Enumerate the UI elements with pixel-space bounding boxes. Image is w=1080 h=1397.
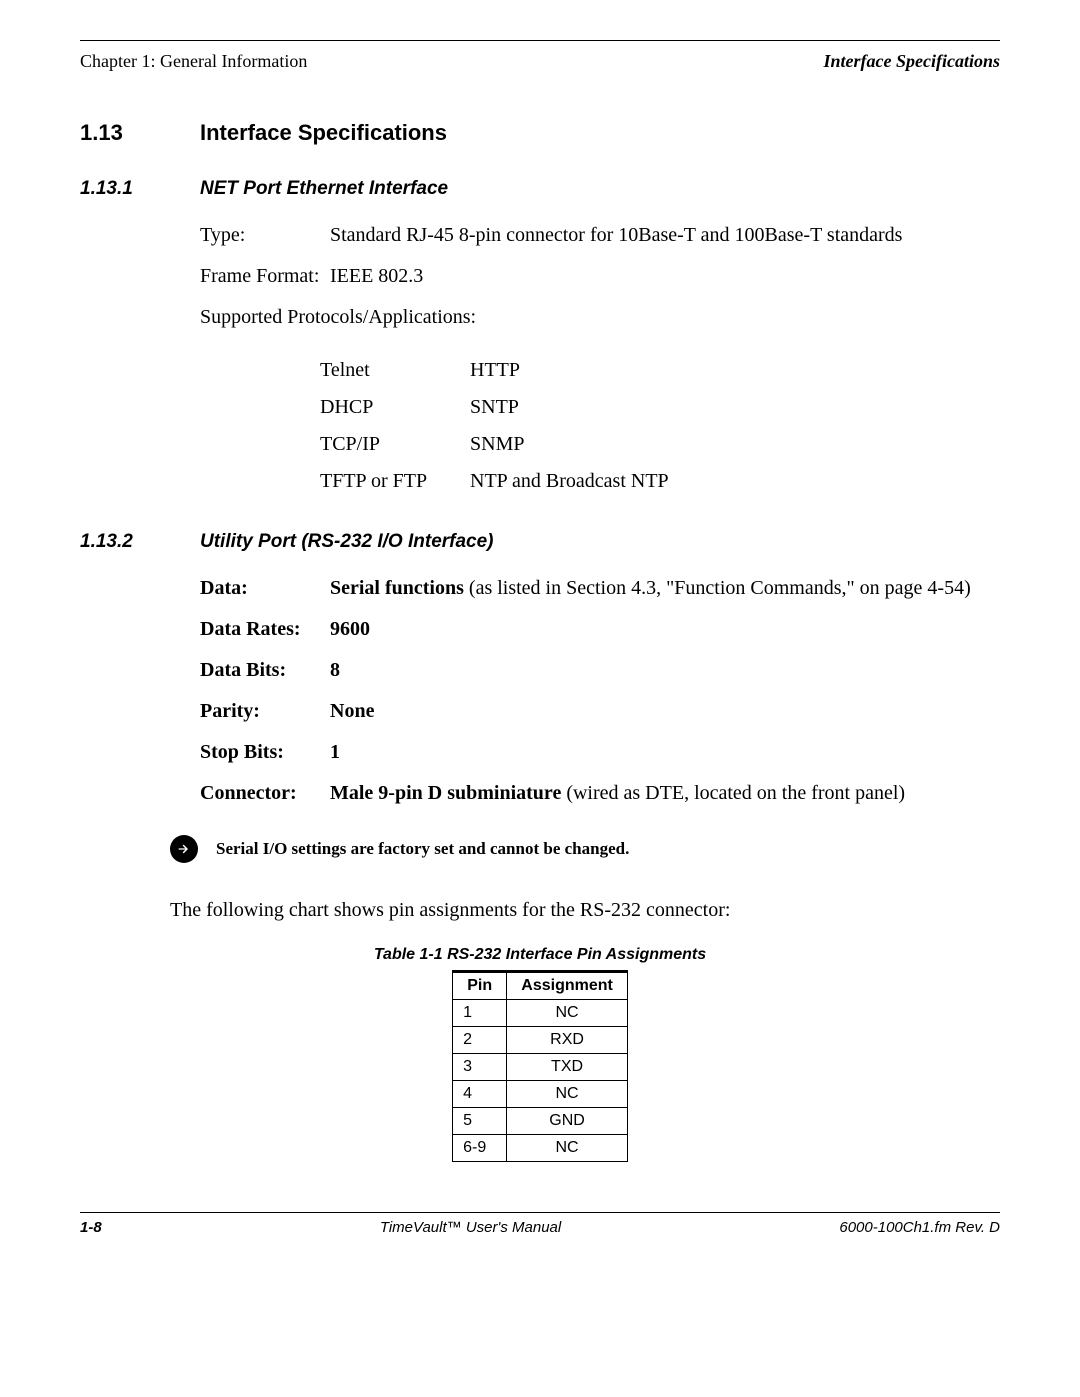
frame-format-value: IEEE 802.3: [330, 263, 1000, 290]
note-text: Serial I/O settings are factory set and …: [216, 839, 629, 859]
header-chapter: Chapter 1: General Information: [80, 51, 307, 72]
table-row: 6-9NC: [453, 1135, 628, 1162]
table-row: 2RXD: [453, 1027, 628, 1054]
parity-value: None: [330, 698, 1000, 725]
frame-format-label: Frame Format:: [200, 263, 330, 290]
connector-label: Connector:: [200, 780, 330, 807]
parity-label: Parity:: [200, 698, 330, 725]
footer-revision: 6000-100Ch1.fm Rev. D: [839, 1219, 1000, 1236]
data-bits-label: Data Bits:: [200, 657, 330, 684]
pin-assignment-table: Pin Assignment 1NC 2RXD 3TXD 4NC 5GND 6-…: [452, 970, 628, 1162]
stop-bits-label: Stop Bits:: [200, 739, 330, 766]
table-row: 3TXD: [453, 1054, 628, 1081]
supported-protocols-label: Supported Protocols/Applications:: [200, 304, 476, 331]
protocol-cell: SNTP: [470, 396, 1000, 419]
subsection2-title: Utility Port (RS-232 I/O Interface): [200, 531, 494, 553]
protocol-cell: NTP and Broadcast NTP: [470, 470, 1000, 493]
subsection1-number: 1.13.1: [80, 178, 200, 200]
stop-bits-value: 1: [330, 739, 1000, 766]
table-header-assignment: Assignment: [507, 972, 628, 1000]
table-caption: Table 1-1 RS-232 Interface Pin Assignmen…: [80, 946, 1000, 964]
protocol-cell: Telnet: [320, 359, 470, 382]
data-label: Data:: [200, 575, 330, 602]
header-section: Interface Specifications: [824, 51, 1000, 72]
footer-manual-title: TimeVault™ User's Manual: [102, 1219, 840, 1236]
bottom-rule: [80, 1212, 1000, 1213]
table-row: 1NC: [453, 1000, 628, 1027]
protocol-cell: DHCP: [320, 396, 470, 419]
data-rates-label: Data Rates:: [200, 616, 330, 643]
data-rates-value: 9600: [330, 616, 1000, 643]
section-title: Interface Specifications: [200, 120, 447, 146]
top-rule: [80, 40, 1000, 41]
table-header-pin: Pin: [453, 972, 507, 1000]
protocol-cell: TCP/IP: [320, 433, 470, 456]
type-label: Type:: [200, 222, 330, 249]
type-value: Standard RJ-45 8-pin connector for 10Bas…: [330, 222, 1000, 249]
subsection2-number: 1.13.2: [80, 531, 200, 553]
table-row: 5GND: [453, 1108, 628, 1135]
data-value: Serial functions (as listed in Section 4…: [330, 575, 1000, 602]
protocol-cell: TFTP or FTP: [320, 470, 470, 493]
arrow-right-icon: [170, 835, 198, 863]
subsection1-title: NET Port Ethernet Interface: [200, 178, 448, 200]
followup-text: The following chart shows pin assignment…: [170, 899, 1000, 922]
protocol-cell: SNMP: [470, 433, 1000, 456]
data-bits-value: 8: [330, 657, 1000, 684]
table-row: 4NC: [453, 1081, 628, 1108]
page-number: 1-8: [80, 1219, 102, 1236]
protocol-cell: HTTP: [470, 359, 1000, 382]
section-number: 1.13: [80, 120, 200, 146]
connector-value: Male 9-pin D subminiature (wired as DTE,…: [330, 780, 1000, 807]
